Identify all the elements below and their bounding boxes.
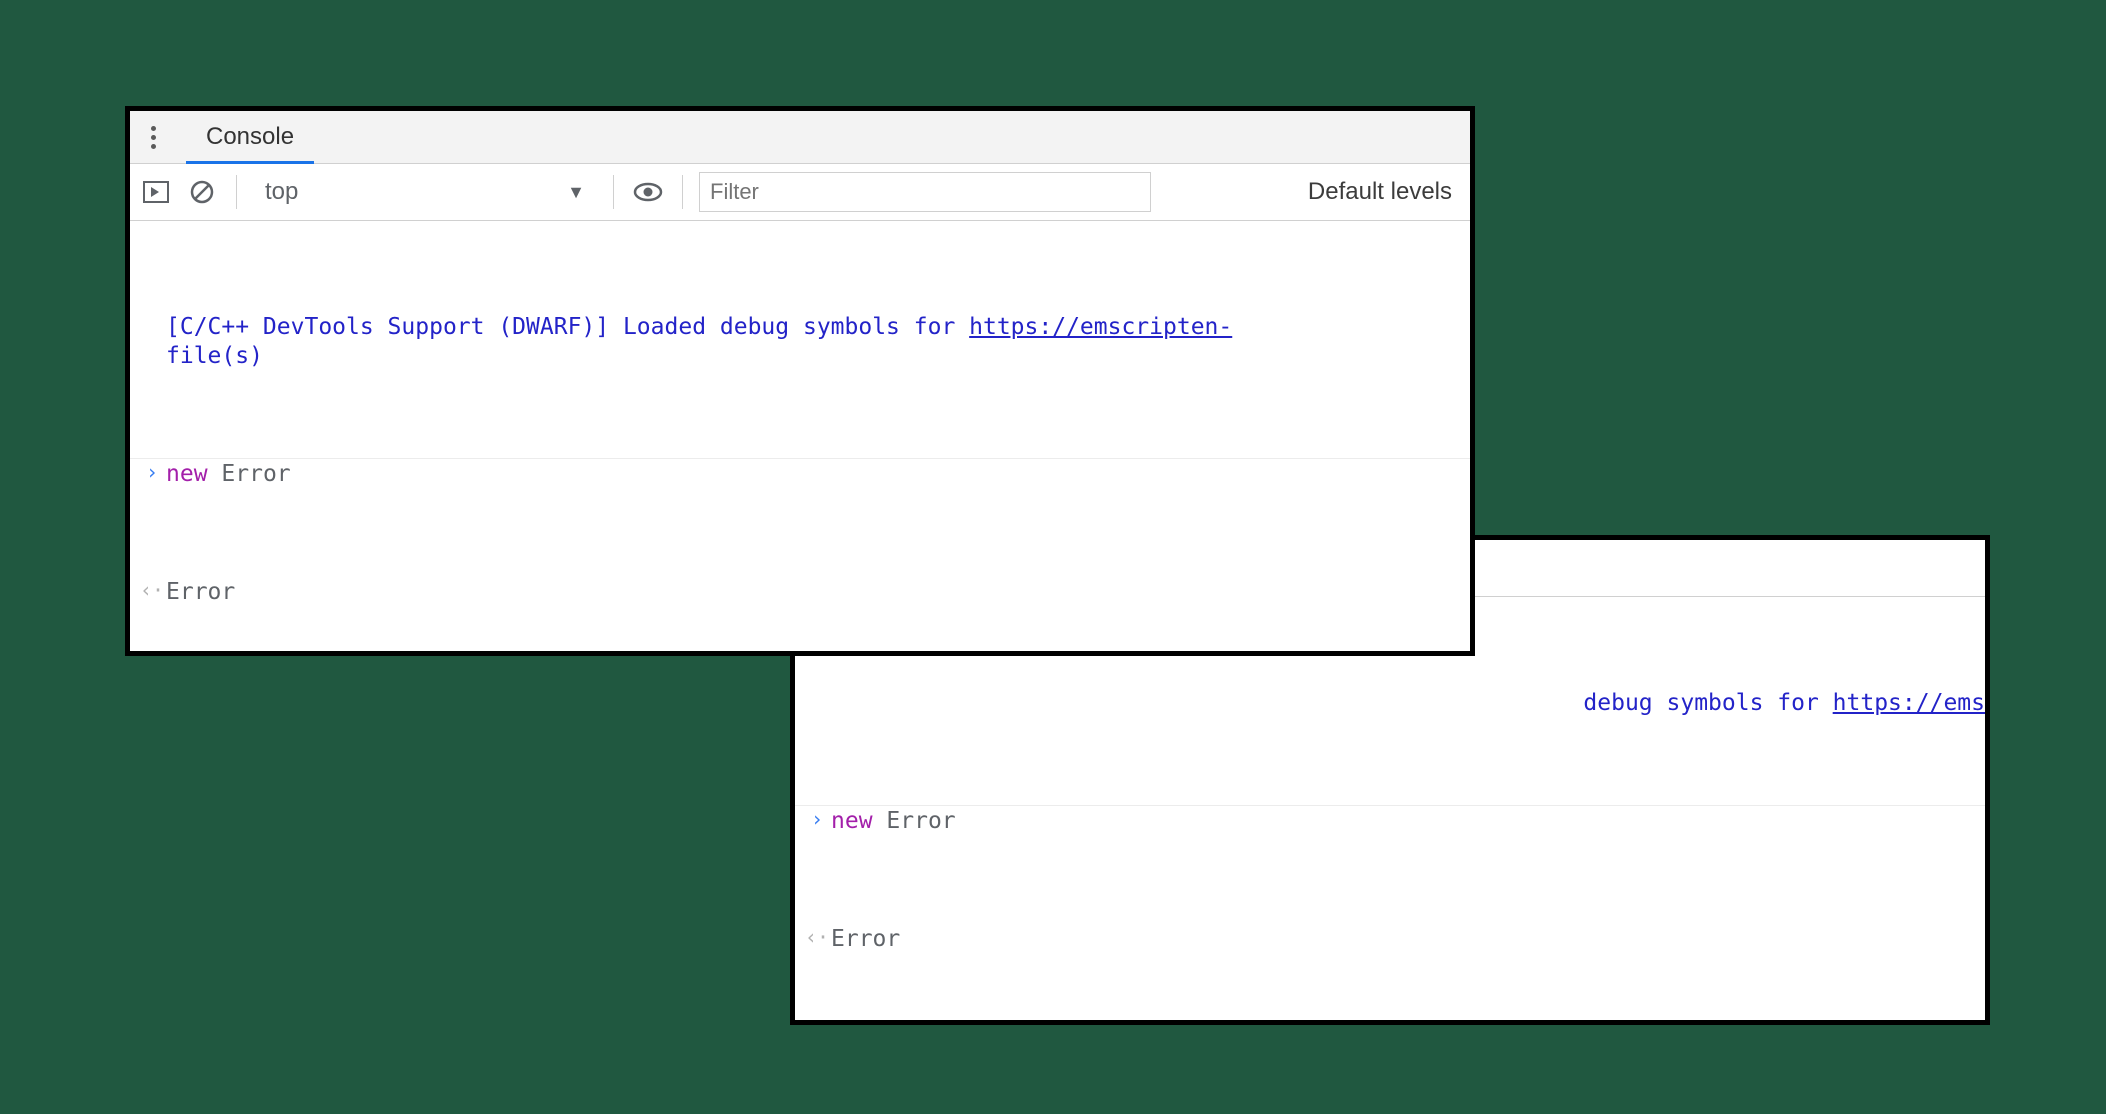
console-input-row[interactable]: › new Error bbox=[795, 805, 1985, 837]
input-content: new Error bbox=[166, 460, 1460, 489]
log-levels-select[interactable]: Default levels bbox=[1308, 178, 1462, 206]
input-chevron-icon: › bbox=[803, 807, 831, 832]
keyword-new: new bbox=[831, 808, 873, 834]
keyword-new: new bbox=[166, 461, 208, 487]
console-input-row[interactable]: › new Error bbox=[130, 458, 1470, 490]
info-prefix: [C/C++ DevTools Support (DWARF)] Loaded … bbox=[166, 314, 969, 340]
message-content: [C/C++ DevTools Support (DWARF)] Loaded … bbox=[166, 313, 1460, 371]
chevron-down-icon: ▼ bbox=[567, 182, 585, 203]
result-error: Error bbox=[166, 579, 235, 605]
more-menu-icon[interactable] bbox=[140, 119, 166, 155]
info-link[interactable]: https://emscripten- bbox=[969, 314, 1232, 340]
error-word: Error bbox=[886, 808, 955, 834]
info-suffix: file(s) bbox=[166, 343, 263, 369]
result-error: Error bbox=[831, 926, 900, 952]
tab-strip: Console bbox=[130, 111, 1470, 164]
levels-label: Default levels bbox=[1308, 178, 1452, 206]
console-result-row[interactable]: ‹· Error bbox=[795, 923, 1985, 955]
info-link[interactable]: https://ems bbox=[1833, 690, 1985, 716]
filter-input[interactable] bbox=[699, 172, 1151, 212]
input-chevron-icon: › bbox=[138, 460, 166, 485]
clear-console-icon[interactable] bbox=[184, 174, 220, 210]
console-output: debug symbols for https://ems › new Erro… bbox=[795, 597, 1985, 1025]
message-content: debug symbols for https://ems bbox=[1583, 689, 1985, 718]
result-content: Error bbox=[831, 925, 1975, 954]
tab-label: Console bbox=[206, 123, 294, 151]
toolbar-divider bbox=[613, 175, 614, 209]
error-word: Error bbox=[221, 461, 290, 487]
output-chevron-icon: ‹· bbox=[803, 925, 831, 950]
console-result-row[interactable]: ‹· Error bbox=[130, 576, 1470, 608]
info-prefix: debug symbols for bbox=[1583, 690, 1832, 716]
toolbar-divider bbox=[236, 175, 237, 209]
toolbar-divider bbox=[682, 175, 683, 209]
tab-console[interactable]: Console bbox=[186, 111, 314, 163]
console-output: [C/C++ DevTools Support (DWARF)] Loaded … bbox=[130, 221, 1470, 656]
devtools-console-panel-before: Console top ▼ Default levels [C/C++ DevT… bbox=[125, 106, 1475, 656]
sidebar-toggle-icon[interactable] bbox=[138, 174, 174, 210]
live-expression-icon[interactable] bbox=[630, 174, 666, 210]
console-toolbar: top ▼ Default levels bbox=[130, 164, 1470, 221]
console-info-message-partial: debug symbols for https://ems bbox=[795, 687, 1985, 719]
result-content: Error bbox=[166, 578, 1460, 607]
input-content: new Error bbox=[831, 807, 1975, 836]
context-label: top bbox=[265, 178, 298, 206]
output-chevron-icon: ‹· bbox=[138, 578, 166, 603]
console-info-message: [C/C++ DevTools Support (DWARF)] Loaded … bbox=[130, 311, 1470, 372]
execution-context-select[interactable]: top ▼ bbox=[253, 172, 597, 212]
